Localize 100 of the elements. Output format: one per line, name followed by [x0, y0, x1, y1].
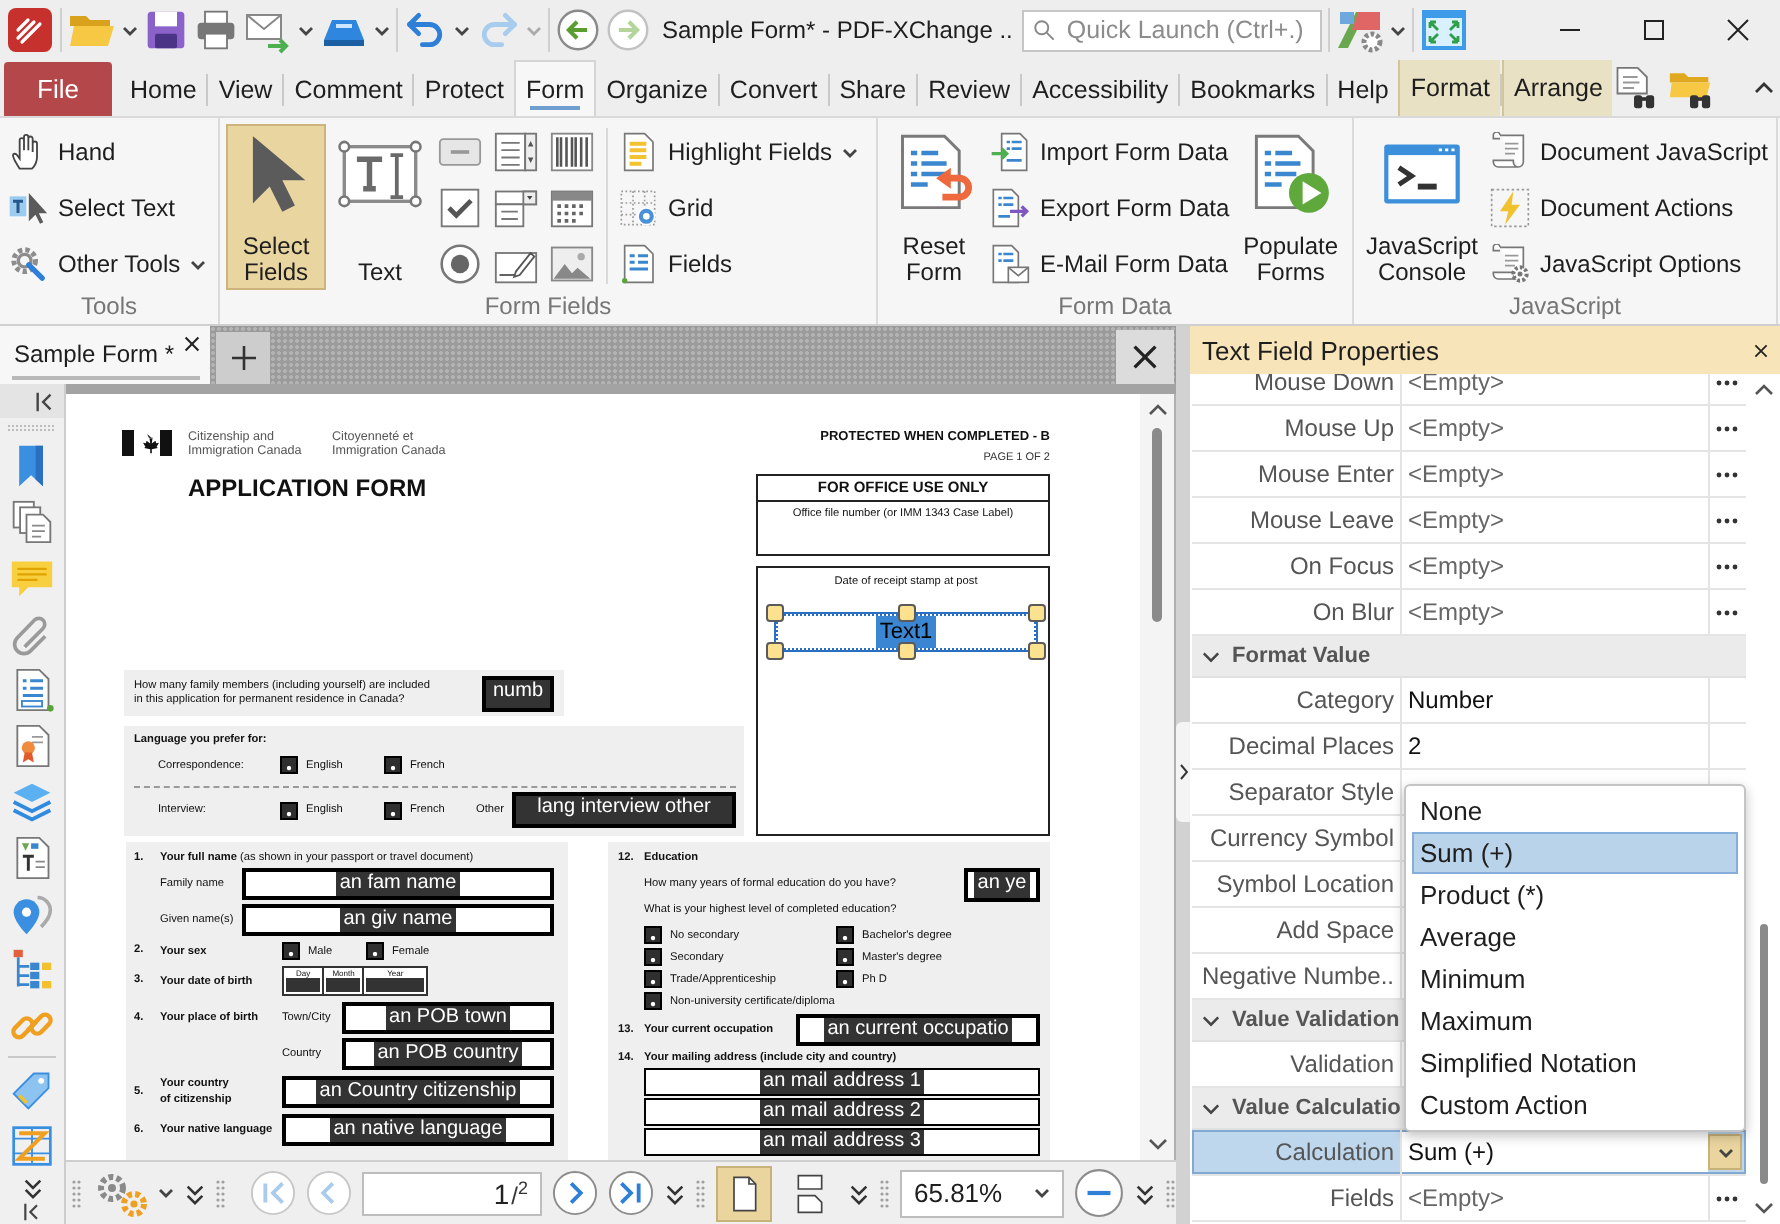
form-document-icon[interactable]	[10, 668, 54, 712]
form-field[interactable]: an Country citizenship	[282, 1076, 554, 1108]
text-document-icon[interactable]	[10, 836, 54, 880]
ribbon-button[interactable]: Text	[330, 124, 430, 290]
ribbon-button[interactable]: Other Tools	[6, 236, 209, 292]
resize-handle[interactable]	[766, 604, 784, 622]
ribbon-tab[interactable]: Help	[1327, 64, 1399, 116]
property-value[interactable]: <Empty>	[1402, 406, 1708, 450]
ribbon-tab[interactable]: Bookmarks	[1180, 64, 1326, 116]
dropdown-option[interactable]: Custom Action	[1412, 1084, 1738, 1126]
scroll-down-icon[interactable]	[1753, 1200, 1773, 1216]
ribbon-tab[interactable]: Form	[514, 60, 597, 116]
app-logo-icon[interactable]	[6, 6, 54, 54]
map-pin-icon[interactable]	[10, 892, 54, 936]
zoom-dropdown[interactable]: 65.81%	[900, 1169, 1064, 1217]
dropdown-option[interactable]: Sum (+)	[1412, 832, 1738, 874]
printer-icon[interactable]	[194, 8, 238, 52]
double-chevron-down-icon[interactable]	[1134, 1181, 1156, 1205]
ui-options-icon[interactable]	[1336, 6, 1385, 54]
new-tab-button[interactable]	[216, 332, 270, 384]
tree-structure-icon[interactable]	[10, 948, 54, 992]
collapse-ribbon-icon[interactable]	[1754, 80, 1775, 96]
next-page-icon[interactable]	[552, 1170, 598, 1216]
ribbon-button[interactable]: Export Form Data	[987, 180, 1232, 236]
checkbox-icon[interactable]	[438, 186, 482, 230]
section-header[interactable]: Format Value	[1192, 636, 1746, 678]
toolbar-grip-icon[interactable]	[1166, 1179, 1176, 1207]
option-field[interactable]	[384, 756, 402, 774]
ribbon-button[interactable]: Hand	[6, 124, 209, 180]
zoom-out-icon[interactable]	[1074, 1168, 1124, 1218]
calendar-icon[interactable]	[550, 186, 594, 230]
caret-icon[interactable]	[374, 25, 390, 35]
option-field[interactable]	[280, 801, 298, 819]
property-row[interactable]: Mouse Leave <Empty>	[1192, 498, 1746, 544]
close-document-button[interactable]	[1116, 330, 1174, 384]
certificate-document-icon[interactable]	[10, 724, 54, 768]
ellipsis-icon[interactable]	[1716, 517, 1738, 523]
form-field[interactable]: an current occupatio	[796, 1014, 1040, 1046]
property-row[interactable]: On Focus <Empty>	[1192, 544, 1746, 590]
document-binoculars-icon[interactable]	[1612, 66, 1657, 110]
calculation-dropdown[interactable]: Sum (+)	[1402, 1132, 1708, 1172]
ribbon-tab[interactable]: Share	[829, 64, 917, 116]
ribbon-tab[interactable]: Format	[1398, 60, 1500, 116]
ribbon-tab[interactable]: Convert	[719, 64, 828, 116]
ellipsis-icon[interactable]	[1716, 379, 1738, 385]
gears-icon[interactable]	[92, 1169, 148, 1217]
form-field[interactable]: an POB country	[342, 1038, 554, 1070]
ribbon-button[interactable]: Select Text	[6, 180, 209, 236]
property-row[interactable]: Mouse Down <Empty>	[1192, 374, 1746, 406]
fullscreen-icon[interactable]	[1420, 6, 1469, 54]
caret-icon[interactable]	[1390, 25, 1407, 35]
dropdown-option[interactable]: Minimum	[1412, 958, 1738, 1000]
form-field[interactable]: an mail address 1	[644, 1068, 1040, 1096]
property-value[interactable]: <Empty>	[1402, 1176, 1708, 1220]
scroll-up-icon[interactable]	[1147, 402, 1167, 418]
ribbon-tab[interactable]: Arrange	[1501, 60, 1613, 116]
resize-handle[interactable]	[1028, 642, 1046, 660]
property-row[interactable]: Fields <Empty>	[1192, 1176, 1746, 1222]
property-value[interactable]: <Empty>	[1402, 498, 1708, 542]
collapse-icon[interactable]	[22, 1202, 42, 1222]
form-field[interactable]: an POB town	[342, 1002, 554, 1034]
caret-icon[interactable]	[454, 25, 470, 35]
scrollbar-thumb[interactable]	[1759, 924, 1767, 1184]
ellipsis-icon[interactable]	[1716, 471, 1738, 477]
barcode-icon[interactable]	[550, 130, 594, 174]
form-field[interactable]: an mail address 2	[644, 1098, 1040, 1126]
quick-launch-input[interactable]: Quick Launch (Ctrl+.)	[1066, 16, 1311, 44]
ribbon-tab[interactable]: Comment	[284, 64, 413, 116]
ellipsis-icon[interactable]	[1716, 609, 1738, 615]
dropdown-button[interactable]	[1708, 1134, 1742, 1170]
caret-icon[interactable]	[298, 25, 314, 35]
last-page-icon[interactable]	[608, 1170, 654, 1216]
ribbon-tab[interactable]: Organize	[596, 64, 718, 116]
option-field[interactable]	[280, 756, 298, 774]
ribbon-button[interactable]: Document JavaScript	[1487, 124, 1770, 180]
ribbon-tab[interactable]: Protect	[414, 64, 515, 116]
ribbon-tab[interactable]: Accessibility	[1022, 64, 1179, 116]
image-icon[interactable]	[550, 242, 594, 286]
single-page-view-button[interactable]	[716, 1165, 772, 1221]
collapse-sidebar-icon[interactable]	[34, 389, 56, 413]
ribbon-button[interactable]: Document Actions	[1487, 180, 1770, 236]
quick-launch-field[interactable]: Quick Launch (Ctrl+.)	[1022, 9, 1323, 51]
toolbar-grip-icon[interactable]	[72, 1179, 82, 1207]
ellipsis-icon[interactable]	[1716, 1195, 1738, 1201]
ribbon-button[interactable]: Import Form Data	[987, 124, 1232, 180]
caret-icon[interactable]	[158, 1188, 174, 1198]
ellipsis-icon[interactable]	[1716, 425, 1738, 431]
ribbon-button[interactable]: JavaScript Options	[1487, 236, 1770, 292]
ribbon-button[interactable]: Select Fields	[226, 124, 326, 290]
pages-icon[interactable]	[10, 500, 54, 544]
layers-icon[interactable]	[10, 780, 54, 824]
double-chevron-down-icon[interactable]	[21, 1175, 43, 1199]
property-value[interactable]: <Empty>	[1402, 452, 1708, 496]
grip-icon[interactable]	[8, 424, 56, 432]
scroll-up-icon[interactable]	[1753, 382, 1773, 398]
property-value[interactable]: <Empty>	[1402, 544, 1708, 588]
form-field[interactable]: an fam name	[242, 868, 554, 900]
close-icon[interactable]	[1754, 343, 1768, 357]
scrollbar-thumb[interactable]	[1152, 428, 1162, 622]
close-icon[interactable]	[184, 336, 200, 352]
